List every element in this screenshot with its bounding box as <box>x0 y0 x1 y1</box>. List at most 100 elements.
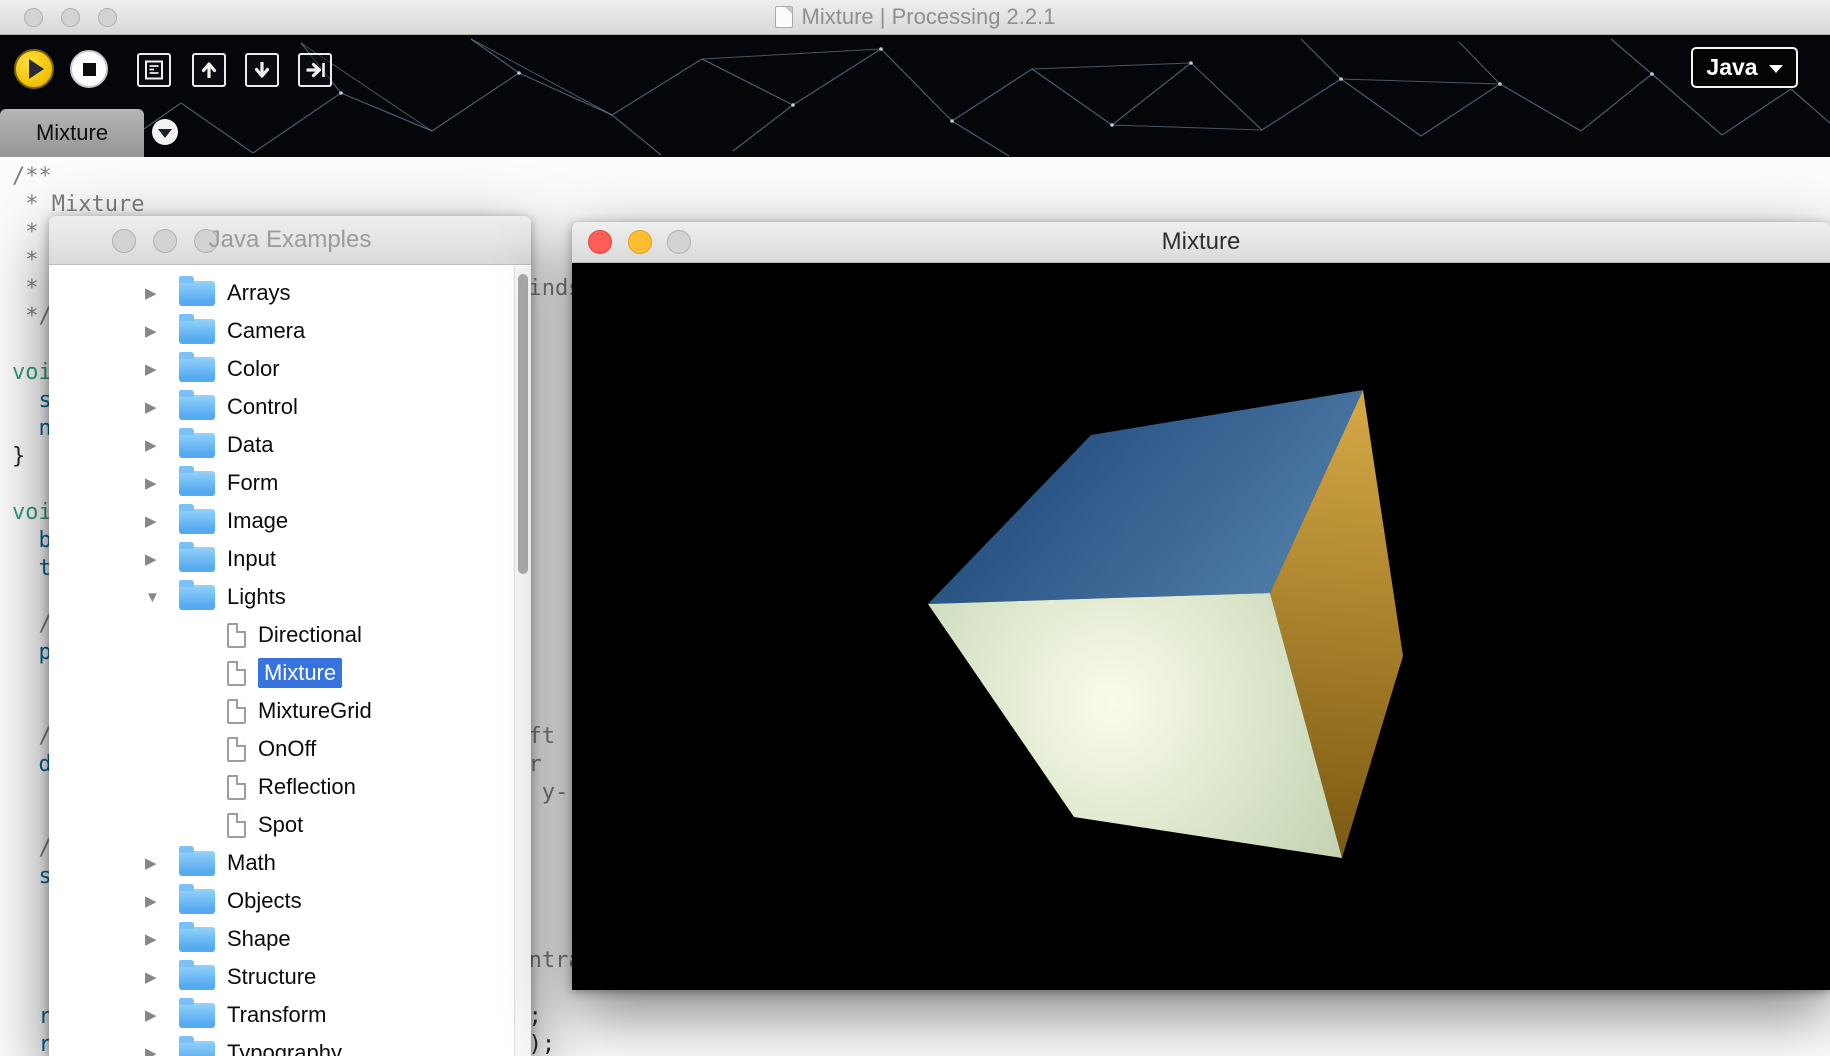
disclosure-collapsed-icon[interactable]: ▶ <box>145 930 179 948</box>
tree-item-input[interactable]: ▶ Input <box>49 540 514 578</box>
tree-item-camera[interactable]: ▶ Camera <box>49 312 514 350</box>
tree-item-label: Image <box>227 508 289 533</box>
tree-item-label: Shape <box>227 926 291 951</box>
scrollbar[interactable] <box>514 266 531 1056</box>
disclosure-collapsed-icon[interactable]: ▶ <box>145 360 179 378</box>
file-icon <box>227 660 246 686</box>
folder-icon <box>179 1035 215 1056</box>
examples-window-title: Java Examples <box>208 226 372 253</box>
disclosure-collapsed-icon[interactable]: ▶ <box>145 854 179 872</box>
tree-item-reflection[interactable]: Reflection <box>49 768 514 806</box>
tree-item-form[interactable]: ▶ Form <box>49 464 514 502</box>
tree-item-label: OnOff <box>258 736 317 761</box>
tree-item-control[interactable]: ▶ Control <box>49 388 514 426</box>
tree-item-spot[interactable]: Spot <box>49 806 514 844</box>
run-button[interactable] <box>14 49 54 89</box>
export-button[interactable] <box>298 53 332 87</box>
chevron-down-icon <box>158 128 172 138</box>
disclosure-collapsed-icon[interactable]: ▶ <box>145 436 179 454</box>
disclosure-collapsed-icon[interactable]: ▶ <box>145 322 179 340</box>
disclosure-collapsed-icon[interactable]: ▶ <box>145 474 179 492</box>
toolbar: Java Mixture <box>0 35 1830 157</box>
stop-button[interactable] <box>70 50 108 88</box>
scrollbar-thumb[interactable] <box>518 274 528 574</box>
tree-item-data[interactable]: ▶ Data <box>49 426 514 464</box>
tree-item-mixture[interactable]: Mixture <box>49 654 514 692</box>
tree-item-label: Camera <box>227 318 306 343</box>
open-arrow-up-icon <box>201 62 217 78</box>
folder-icon <box>179 579 215 610</box>
file-icon <box>227 774 246 800</box>
tree-item-label: Spot <box>258 812 304 837</box>
file-icon <box>227 736 246 762</box>
open-button[interactable] <box>192 53 226 87</box>
disclosure-collapsed-icon[interactable]: ▶ <box>145 1006 179 1024</box>
tree-item-label: Data <box>227 432 274 457</box>
tree-item-objects[interactable]: ▶ Objects <box>49 882 514 920</box>
tree-item-arrays[interactable]: ▶ Arrays <box>49 274 514 312</box>
tree-item-directional[interactable]: Directional <box>49 616 514 654</box>
tree-item-label: Lights <box>227 584 286 609</box>
folder-icon <box>179 427 215 458</box>
tree-item-label: Objects <box>227 888 302 913</box>
tree-item-mixturegrid[interactable]: MixtureGrid <box>49 692 514 730</box>
folder-icon <box>179 959 215 990</box>
tree-item-lights[interactable]: ▼ Lights <box>49 578 514 616</box>
tree-item-label: Form <box>227 470 279 495</box>
examples-titlebar[interactable]: Java Examples <box>49 216 531 265</box>
tree-item-label: Mixture <box>258 658 343 688</box>
tree-item-structure[interactable]: ▶ Structure <box>49 958 514 996</box>
tree-item-label: MixtureGrid <box>258 698 372 723</box>
save-button[interactable] <box>245 53 279 87</box>
tree-item-label: Color <box>227 356 280 381</box>
tree-item-transform[interactable]: ▶ Transform <box>49 996 514 1034</box>
tab-mixture[interactable]: Mixture <box>0 109 144 157</box>
tree-item-typography[interactable]: ▶ Typography <box>49 1034 514 1056</box>
tree-item-math[interactable]: ▶ Math <box>49 844 514 882</box>
sketch-window-title: Mixture <box>1161 228 1241 255</box>
tree-item-color[interactable]: ▶ Color <box>49 350 514 388</box>
screen: Mixture | Processing 2.2.1 Java Mixture … <box>0 0 1830 1056</box>
sketch-window: Mixture <box>572 222 1830 990</box>
disclosure-collapsed-icon[interactable]: ▶ <box>145 398 179 416</box>
folder-icon <box>179 541 215 572</box>
chevron-down-icon <box>1768 65 1783 73</box>
new-sketch-button[interactable] <box>137 53 171 87</box>
tree-item-label: Arrays <box>227 280 291 305</box>
window-title-text: Mixture | Processing 2.2.1 <box>801 4 1056 29</box>
tree-item-label: Reflection <box>258 774 356 799</box>
tree-item-label: Math <box>227 850 276 875</box>
folder-icon <box>179 351 215 382</box>
disclosure-collapsed-icon[interactable]: ▶ <box>145 284 179 302</box>
cube-render <box>572 263 1830 990</box>
stop-icon <box>82 62 96 76</box>
tree-item-label: Structure <box>227 964 317 989</box>
sketch-titlebar[interactable]: Mixture <box>572 222 1830 263</box>
disclosure-collapsed-icon[interactable]: ▶ <box>145 968 179 986</box>
tab-label: Mixture <box>35 120 109 145</box>
disclosure-collapsed-icon[interactable]: ▶ <box>145 550 179 568</box>
tree-item-image[interactable]: ▶ Image <box>49 502 514 540</box>
tree-item-onoff[interactable]: OnOff <box>49 730 514 768</box>
new-sketch-icon <box>145 60 163 80</box>
save-arrow-down-icon <box>254 62 270 78</box>
export-arrow-right-icon <box>306 62 325 78</box>
disclosure-expanded-icon[interactable]: ▼ <box>145 589 179 606</box>
disclosure-collapsed-icon[interactable]: ▶ <box>145 892 179 910</box>
tree-item-shape[interactable]: ▶ Shape <box>49 920 514 958</box>
disclosure-collapsed-icon[interactable]: ▶ <box>145 1044 179 1056</box>
folder-icon <box>179 997 215 1028</box>
code-line: * Mixture <box>12 192 158 217</box>
file-icon <box>227 698 246 724</box>
tree-item-label: Transform <box>227 1002 327 1027</box>
folder-icon <box>179 313 215 344</box>
mode-selector-button[interactable]: Java <box>1691 47 1798 88</box>
tree-item-label: Typography <box>227 1040 342 1056</box>
tree-item-label: Control <box>227 394 298 419</box>
disclosure-collapsed-icon[interactable]: ▶ <box>145 512 179 530</box>
examples-window: Java Examples ▶ Arrays ▶ Camera ▶ Color ▶ Contr… <box>49 216 531 1056</box>
folder-icon <box>179 465 215 496</box>
folder-icon <box>179 503 215 534</box>
tab-menu-button[interactable] <box>152 119 178 145</box>
file-icon <box>227 622 246 648</box>
